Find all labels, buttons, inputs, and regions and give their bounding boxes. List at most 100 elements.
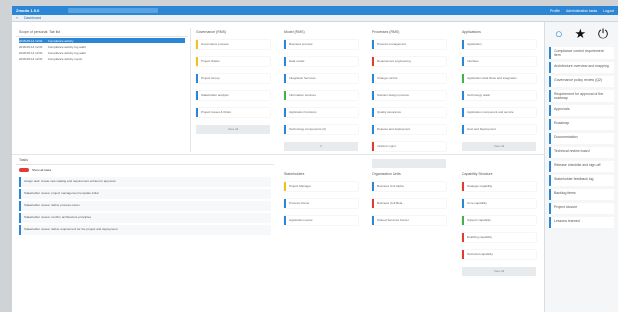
lower-column-card[interactable]: Process Owner [284,199,358,208]
lower-column-card[interactable]: Strategic capability [462,182,536,191]
lower-column-title: Capability Structure [462,172,493,176]
column-footer-button[interactable]: View all [196,125,270,134]
column-3: Applications Application Interface Applicat… [462,30,536,151]
lower-column-card[interactable]: Application owner [284,216,358,225]
lower-column-card[interactable]: Business Unit Beta [372,199,446,208]
lower-column-card[interactable]: Technical capability [462,250,536,259]
selector-row-date: 2018-05-14 12:01 [19,44,43,49]
selector-row-label: Compliance activity report [47,56,83,61]
column-card[interactable]: Technology stack [462,91,536,100]
header-link-logout[interactable]: Logout [603,9,614,13]
lower-column-card[interactable]: Enabling capability [462,233,536,242]
right-panel-item[interactable]: Lessons learned [549,217,614,228]
task-item[interactable]: Assign task: create new catalog and requ… [19,177,271,187]
right-panel-item[interactable]: Project closure [549,203,614,214]
right-panel-item[interactable]: Technical review board [549,147,614,158]
task-item[interactable]: Stakeholder review: confirm architecture… [19,213,271,223]
column-card[interactable]: Business process [284,40,358,49]
lower-column-card[interactable]: Project Manager [284,182,358,191]
column-card[interactable]: Interface [462,57,536,66]
column-card[interactable]: Governance process [196,40,270,49]
selector-row-date: 2018-05-14 12:01 [19,50,43,55]
column-card[interactable]: Integration Services [284,74,358,83]
task-text: Stakeholder review: define process owner [24,203,80,207]
right-panel-item[interactable]: Documentation [549,133,614,144]
lower-column-footer-button[interactable]: View all [462,267,536,276]
column-card[interactable]: Requirement engineering [372,57,446,66]
header-link-profile[interactable]: Profile [550,9,560,13]
tasks-panel: Tasks Show all tasks Assign task: create… [16,156,274,306]
column-title: Governance (RMS) [196,30,227,34]
right-panel-list: Compliance control requirement item Archi… [545,47,618,228]
column-card[interactable]: Change control [372,74,446,83]
search-input[interactable] [68,8,158,13]
right-panel-item[interactable]: Approvals [549,105,614,116]
column-card[interactable]: Solution design process [372,91,446,100]
selector-row[interactable]: 2018-05-14 12:01 Compliance activity log … [19,44,185,49]
column-footer-button[interactable]: View all [462,142,536,151]
column-card[interactable]: Application functions [284,108,358,117]
lower-column-card[interactable]: Core capability [462,199,536,208]
back-button[interactable]: « [16,16,18,20]
column-title: Processes (RMS) [372,30,400,34]
column-1: Model (RMS) Business process Data model Int… [284,30,358,151]
column-card[interactable]: Incident mgmt [372,142,446,151]
selector-panel: Scope of personal: Tab list 2018-05-14 1… [16,28,188,146]
selector-title: Scope of personal: Tab list [16,28,188,37]
right-panel-item[interactable]: Roadmap [549,119,614,130]
right-panel-toolbar: ○ ★ ⏻ [545,22,618,44]
right-panel-item[interactable]: Architecture overview and mapping [549,62,614,73]
selector-row[interactable]: 2018-05-14 12:01 Compliance activity log … [19,50,185,55]
lower-column-card[interactable]: Shared Services Center [372,216,446,225]
column-card[interactable]: Project Group [196,74,270,83]
breadcrumb-item-dashboard[interactable]: Dashboard [24,16,41,20]
task-item[interactable]: Stakeholder review: project management t… [19,189,271,199]
column-title: Model (RMS) [284,30,305,34]
task-item[interactable]: Stakeholder review: define requirement f… [19,225,271,235]
selector-row-label: Compliance activity log audit [47,44,86,49]
selector-row-label: Compliance activity [47,38,74,43]
right-panel-item[interactable]: Backlog items [549,189,614,200]
column-card[interactable]: Data model [284,57,358,66]
tasks-filter-label[interactable]: Show all tasks [32,168,51,172]
task-text: Stakeholder review: project management t… [24,191,99,195]
lower-column-card[interactable]: Business Unit Alpha [372,182,446,191]
column-card[interactable]: Application [462,40,536,49]
column-card[interactable]: Release and deployment [372,125,446,134]
right-panel-item[interactable]: Requirement for approval of the roadmap [549,90,614,102]
right-panel-item[interactable]: Release checklist and sign-off [549,161,614,172]
column-card[interactable]: Information services [284,91,358,100]
power-icon[interactable]: ⏻ [598,27,608,40]
search-icon[interactable]: ○ [555,27,563,40]
lower-column-title: Stakeholders [284,172,305,176]
right-panel-item[interactable]: Governance policy review (Q2) [549,76,614,87]
task-item[interactable]: Stakeholder review: define process owner [19,201,271,211]
column-card[interactable]: Project Issues & Risks [196,108,270,117]
column-footer-button[interactable] [372,159,446,168]
right-side-panel: ○ ★ ⏻ Compliance control requirement ite… [544,22,618,312]
dashboard-main: Scope of personal: Tab list 2018-05-14 1… [12,22,544,312]
selector-row[interactable]: 2018-05-14 12:01 Compliance activity repo… [19,56,185,61]
lower-column-title: Organization Units [372,172,401,176]
header-link-admin[interactable]: Administration tasks [566,9,597,13]
lower-column-card[interactable]: Support capability [462,216,536,225]
column-card[interactable]: Host and Deployment [462,125,536,134]
right-panel-item[interactable]: Compliance control requirement item [549,47,614,59]
column-card[interactable]: Quality assurance [372,108,446,117]
column-0: Governance (RMS) Governance process Projec… [196,30,270,134]
column-footer-button[interactable]: ≡ [284,142,358,151]
breadcrumb: « Dashboard [12,15,618,22]
selector-row[interactable]: 2018-05-14 12:01 Compliance activity [19,38,185,43]
column-card[interactable]: Process management [372,40,446,49]
column-card[interactable]: Project Status [196,57,270,66]
column-card[interactable]: Application component and service [462,108,536,117]
column-card[interactable]: Technology components (4) [284,125,358,134]
app-brand[interactable]: Zmodo 1.5.0 [16,8,56,13]
right-panel-item[interactable]: Stakeholder feedback log [549,175,614,186]
column-card[interactable]: Application data flows and integration [462,74,536,83]
selector-list: 2018-05-14 12:01 Compliance activity 2018-… [16,38,188,61]
star-icon[interactable]: ★ [574,27,586,40]
lower-column-2: Capability Structure Strategic capability… [462,172,536,276]
column-2: Processes (RMS) Process management Require… [372,30,446,168]
column-card[interactable]: Stakeholder analysis [196,91,270,100]
